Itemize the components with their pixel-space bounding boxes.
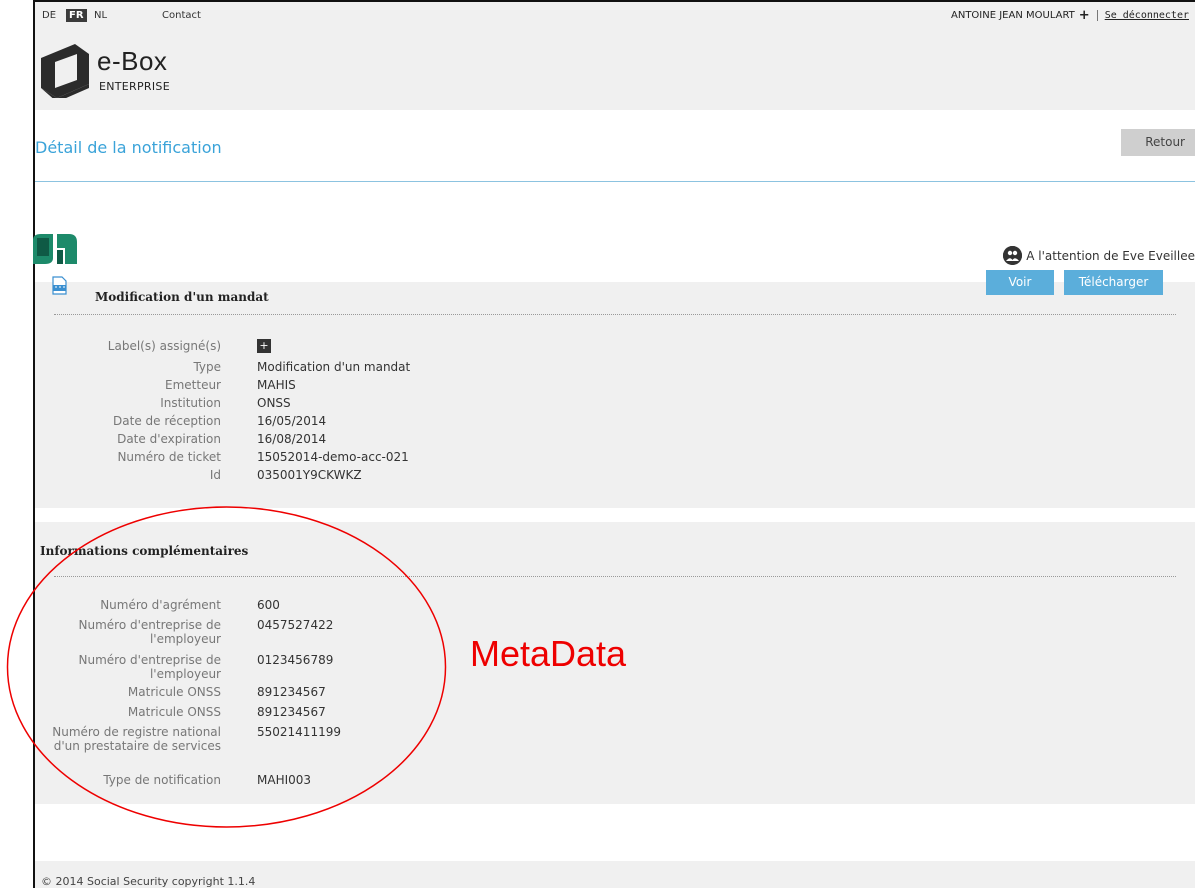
title-divider [35,181,1195,182]
logout-link[interactable]: Se déconnecter [1105,10,1189,21]
logo-title: e-Box [97,46,168,76]
field-label: Id [209,468,221,482]
ebox-logo-icon [41,44,89,98]
person-icon [1003,246,1023,265]
add-label-button[interactable]: + [257,339,271,353]
field-value: 035001Y9CKWKZ [257,468,362,482]
annotation-ellipse [6,506,447,828]
download-button[interactable]: Télécharger [1064,270,1163,295]
field-value: 16/05/2014 [257,414,327,428]
field-label: Institution [160,396,221,410]
logo-subtitle: ENTERPRISE [99,80,170,93]
field-label: Type [193,360,221,374]
field-label: Date d'expiration [117,432,221,446]
field-label: Numéro de ticket [117,450,221,464]
field-label: Emetteur [165,378,221,392]
back-button[interactable]: Retour [1121,129,1195,156]
user-bar: ANTOINE JEAN MOULART + Se déconnecter [951,9,1189,22]
divider [1096,10,1098,21]
user-plus-icon[interactable]: + [1079,9,1090,22]
view-button[interactable]: Voir [986,270,1054,295]
field-value: Modification d'un mandat [257,360,411,374]
field-label: Label(s) assigné(s) [107,339,221,353]
page-title: Détail de la notification [35,138,222,157]
attention-text: A l'attention de Eve Eveillee [1026,248,1195,263]
field-value: ONSS [257,396,291,410]
field-value: 16/08/2014 [257,432,327,446]
footer: © 2014 Social Security copyright 1.1.4 [35,861,1195,888]
field-label: Date de réception [113,414,221,428]
panel-divider [54,314,1176,315]
ehealth-logo-icon [33,234,77,264]
header: DE FR NL Contact ANTOINE JEAN MOULART + … [35,2,1195,110]
field-value: MAHIS [257,378,296,392]
contact-link[interactable]: Contact [162,10,201,21]
annotation-label: MetaData [470,633,627,674]
lang-de[interactable]: DE [42,10,56,21]
ebox-logo[interactable]: e-Box ENTERPRISE [35,44,225,104]
lang-nl[interactable]: NL [94,10,107,21]
attention-info: A l'attention de Eve Eveillee [1003,246,1195,265]
notification-panel: Modification d'un mandat Voir Télécharge… [35,270,1195,508]
pdf-icon[interactable] [52,276,67,295]
notification-heading: Modification d'un mandat [95,290,269,304]
field-value: 15052014-demo-acc-021 [257,450,409,464]
user-name: ANTOINE JEAN MOULART [951,10,1075,21]
copyright-text: © 2014 Social Security copyright 1.1.4 [41,875,256,888]
lang-fr[interactable]: FR [66,9,87,22]
